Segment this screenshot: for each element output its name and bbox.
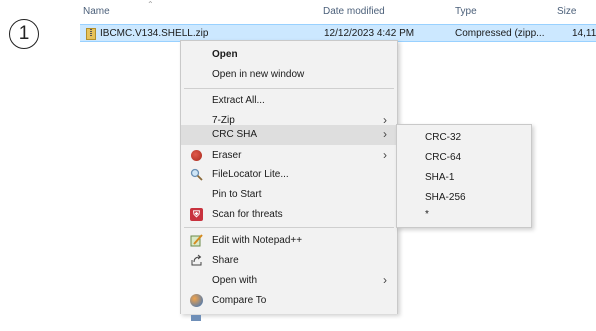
submenu-item-sha1[interactable]: SHA-1	[397, 168, 531, 188]
menu-separator	[184, 227, 394, 228]
menu-item-filelocator[interactable]: FileLocator Lite...	[181, 165, 397, 185]
context-menu: Open Open in new window Extract All... 7…	[180, 40, 398, 321]
menu-item-crc-sha[interactable]: CRC SHA ›	[181, 125, 397, 145]
step-number-badge: 1	[9, 19, 39, 49]
crc-sha-submenu: CRC-32 CRC-64 SHA-1 SHA-256 *	[396, 124, 532, 228]
menu-item-eraser[interactable]: Eraser ›	[181, 146, 397, 166]
file-size: 14,11	[572, 28, 596, 39]
column-header-date-modified[interactable]: Date modified	[323, 6, 385, 17]
notepad-icon	[190, 234, 203, 247]
menu-item-pin-to-start[interactable]: Pin to Start	[181, 185, 397, 205]
zip-folder-icon	[86, 28, 96, 40]
compare-icon	[190, 294, 203, 307]
column-header-size[interactable]: Size	[557, 6, 576, 17]
column-header-name[interactable]: Name	[83, 6, 110, 17]
chevron-right-icon: ›	[383, 273, 387, 287]
menu-item-partial-icon	[190, 311, 203, 324]
chevron-right-icon: ›	[383, 148, 387, 162]
eraser-icon	[191, 150, 202, 161]
chevron-right-icon: ›	[383, 127, 387, 141]
submenu-item-all[interactable]: *	[397, 205, 531, 225]
shield-icon: ⛨	[190, 208, 203, 221]
column-header-type[interactable]: Type	[455, 6, 477, 17]
share-icon	[190, 254, 203, 267]
menu-item-open-with[interactable]: Open with ›	[181, 271, 397, 291]
step-number: 1	[18, 23, 30, 44]
menu-item-open-new-window[interactable]: Open in new window	[181, 65, 397, 85]
menu-item-partial[interactable]	[181, 311, 397, 331]
menu-item-open[interactable]: Open	[181, 45, 397, 65]
menu-item-edit-notepad[interactable]: Edit with Notepad++	[181, 231, 397, 251]
menu-item-share[interactable]: Share	[181, 251, 397, 271]
sort-indicator-icon: ⌃	[147, 0, 154, 9]
magnifier-icon	[190, 168, 203, 181]
menu-item-compare-to[interactable]: Compare To	[181, 291, 397, 311]
submenu-item-crc64[interactable]: CRC-64	[397, 148, 531, 168]
submenu-item-crc32[interactable]: CRC-32	[397, 128, 531, 148]
menu-item-extract-all[interactable]: Extract All...	[181, 91, 397, 111]
file-date-modified: 12/12/2023 4:42 PM	[324, 28, 415, 39]
menu-separator	[184, 88, 394, 89]
menu-item-scan-threats[interactable]: ⛨ Scan for threats	[181, 205, 397, 225]
file-type: Compressed (zipp...	[455, 28, 545, 39]
file-name: IBCMC.V134.SHELL.zip	[100, 28, 209, 39]
